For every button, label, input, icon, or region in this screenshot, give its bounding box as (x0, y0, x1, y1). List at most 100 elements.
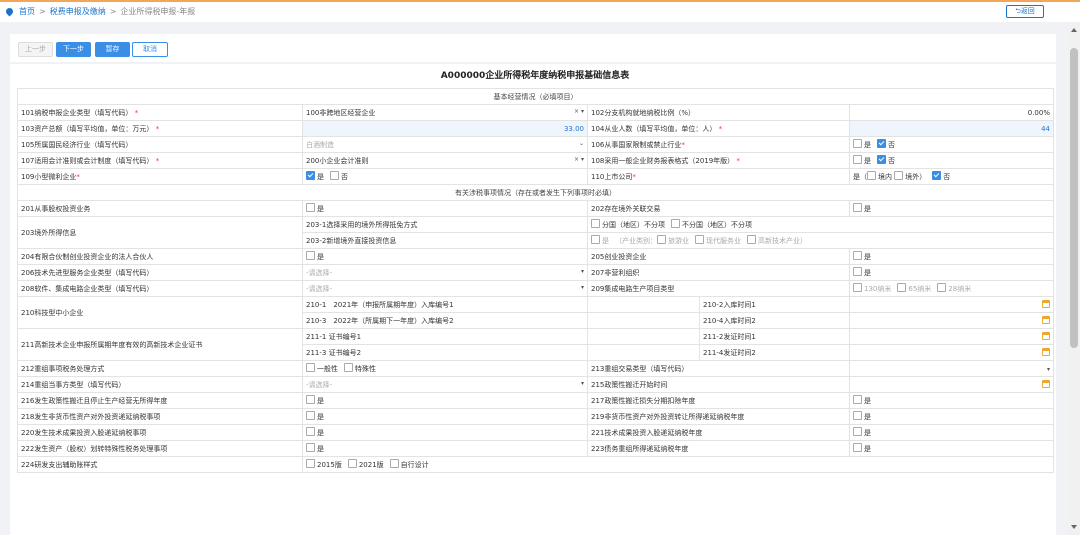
scroll-up-icon[interactable] (1071, 28, 1077, 32)
yes-checkbox[interactable] (306, 171, 315, 180)
special-checkbox[interactable] (344, 363, 353, 372)
employee-count-input[interactable]: 44 (849, 120, 1054, 137)
certificate-no-1-input[interactable] (587, 328, 700, 345)
dropdown-icon[interactable]: ▾ (1047, 366, 1050, 373)
calendar-icon[interactable] (1042, 347, 1050, 356)
party-type-select[interactable]: -请选择- ▾ (302, 376, 588, 393)
row-104-label: 104从业人数（填写平均值，单位：人） * (587, 120, 850, 137)
cancel-button[interactable]: 取消 (132, 42, 168, 57)
yes-checkbox[interactable] (853, 203, 862, 212)
breadcrumb-separator: > (109, 7, 117, 16)
option-label: 不分国（地区）不分项 (682, 221, 752, 229)
yes-checkbox[interactable] (306, 251, 315, 260)
relocation-start-date-input[interactable] (849, 376, 1054, 393)
scroll-down-icon[interactable] (1071, 525, 1077, 529)
total-assets-input[interactable]: 33.00 (302, 120, 588, 137)
option-label: （产业类别： (615, 237, 657, 245)
advanced-service-select[interactable]: -请选择- ▾ (302, 264, 588, 281)
row-220-label: 220发生技术成果投资入股递延纳税事项 (17, 424, 303, 441)
not-by-country-checkbox[interactable] (671, 219, 680, 228)
registration-date-1-input[interactable] (849, 296, 1054, 313)
section-tax-matters-header: 有关涉税事项情况（存在或者发生下列事项时必填） (17, 184, 1054, 201)
yes-checkbox[interactable] (853, 395, 862, 404)
yes-checkbox[interactable] (306, 427, 315, 436)
yes-checkbox[interactable] (853, 155, 862, 164)
row-103-label: 103资产总额（填写平均值，单位：万元） * (17, 120, 303, 137)
overseas-checkbox[interactable] (894, 171, 904, 180)
label-text: 110上市公司 (591, 172, 633, 181)
accounting-standard-select[interactable]: 200小企业会计准则 × ▾ (302, 152, 588, 169)
restructure-type-select[interactable]: ▾ (849, 360, 1054, 377)
yes-checkbox[interactable] (306, 411, 315, 420)
certificate-no-2-input[interactable] (587, 344, 700, 361)
form-panel: A000000企业所得税年度纳税申报基础信息表 基本经营情况（必填项目） 101… (10, 64, 1056, 535)
130nm-checkbox[interactable] (853, 283, 862, 292)
no-checkbox[interactable] (932, 171, 942, 180)
registration-no-1-input[interactable] (587, 296, 700, 313)
yes-checkbox[interactable] (591, 235, 600, 244)
registration-date-2-input[interactable] (849, 312, 1054, 329)
28nm-checkbox[interactable] (937, 283, 947, 292)
custom-design-checkbox[interactable] (389, 459, 399, 468)
calendar-icon[interactable] (1042, 315, 1050, 324)
yes-checkbox[interactable] (853, 267, 862, 276)
row-202-label: 202存在境外关联交易 (587, 200, 850, 217)
dropdown-icon[interactable]: ▾ (581, 380, 584, 390)
chevron-down-icon[interactable]: ⌄ (579, 140, 584, 150)
industry-select[interactable]: 白酒制造 ⌄ (302, 136, 588, 153)
next-step-button[interactable]: 下一步 (56, 42, 91, 57)
software-ic-select[interactable]: -请选择- ▾ (302, 280, 588, 297)
row-209-label: 209集成电路生产项目类型 (587, 280, 850, 297)
clear-and-dropdown-icon[interactable]: × ▾ (574, 108, 584, 118)
2015-version-checkbox[interactable] (306, 459, 315, 468)
certificate-date-1-input[interactable] (849, 328, 1054, 345)
back-button[interactable]: ⮌返回 (1006, 5, 1044, 18)
option-label: 是 (864, 205, 871, 213)
asset-transfer-option: 是 (302, 440, 588, 457)
breadcrumb-home[interactable]: 首页 (19, 6, 35, 17)
no-checkbox[interactable] (330, 171, 339, 180)
general-checkbox[interactable] (306, 363, 315, 372)
dropdown-icon[interactable]: ▾ (581, 268, 584, 278)
top-bar: 首页 > 税费申报及缴纳 > 企业所得税申报-年报 ⮌返回 (0, 0, 1080, 22)
by-country-checkbox[interactable] (591, 219, 600, 228)
high-tech-checkbox[interactable] (747, 235, 756, 244)
option-label: 28纳米 (948, 285, 972, 293)
no-checkbox[interactable] (877, 139, 886, 148)
65nm-checkbox[interactable] (897, 283, 907, 292)
row-203-2-label: 203-2新增境外直接投资信息 (302, 232, 588, 249)
small-micro-options: 是否 (302, 168, 588, 185)
option-label: 是 (864, 253, 871, 261)
clear-and-dropdown-icon[interactable]: × ▾ (574, 156, 584, 166)
tech-info-table: 210科技型中小企业 210-1 2021年（申报所属期年度）入库编号1 210… (17, 296, 1054, 361)
2021-version-checkbox[interactable] (347, 459, 357, 468)
modern-service-checkbox[interactable] (695, 235, 704, 244)
calendar-icon[interactable] (1042, 299, 1050, 308)
calendar-icon[interactable] (1042, 331, 1050, 340)
tourism-checkbox[interactable] (657, 235, 666, 244)
scrollbar-thumb[interactable] (1070, 48, 1078, 348)
yes-checkbox[interactable] (306, 203, 315, 212)
registration-no-2-input[interactable] (587, 312, 700, 329)
domestic-checkbox[interactable] (867, 171, 876, 180)
yes-checkbox[interactable] (853, 139, 862, 148)
breadcrumb-tax-filing[interactable]: 税费申报及缴纳 (50, 6, 106, 17)
row-210-4-label: 210-4入库时间2 (699, 312, 850, 329)
certificate-date-2-input[interactable] (849, 344, 1054, 361)
vertical-scrollbar[interactable] (1068, 22, 1080, 535)
no-checkbox[interactable] (877, 155, 886, 164)
yes-checkbox[interactable] (853, 411, 862, 420)
calendar-icon[interactable] (1042, 379, 1050, 388)
yes-checkbox[interactable] (853, 443, 862, 452)
label-text: 101纳税申报企业类型（填写代码） (21, 108, 133, 117)
yes-checkbox[interactable] (306, 395, 315, 404)
yes-checkbox[interactable] (306, 443, 315, 452)
dropdown-icon[interactable]: ▾ (581, 284, 584, 294)
yes-checkbox[interactable] (853, 427, 862, 436)
row-215-label: 215政策性搬迁开始时间 (587, 376, 850, 393)
prev-step-button[interactable]: 上一步 (18, 42, 53, 57)
enterprise-type-select[interactable]: 100非跨地区经营企业 × ▾ (302, 104, 588, 121)
save-draft-button[interactable]: 暂存 (95, 42, 130, 57)
option-label: 一般性 (317, 365, 338, 373)
yes-checkbox[interactable] (853, 251, 862, 260)
